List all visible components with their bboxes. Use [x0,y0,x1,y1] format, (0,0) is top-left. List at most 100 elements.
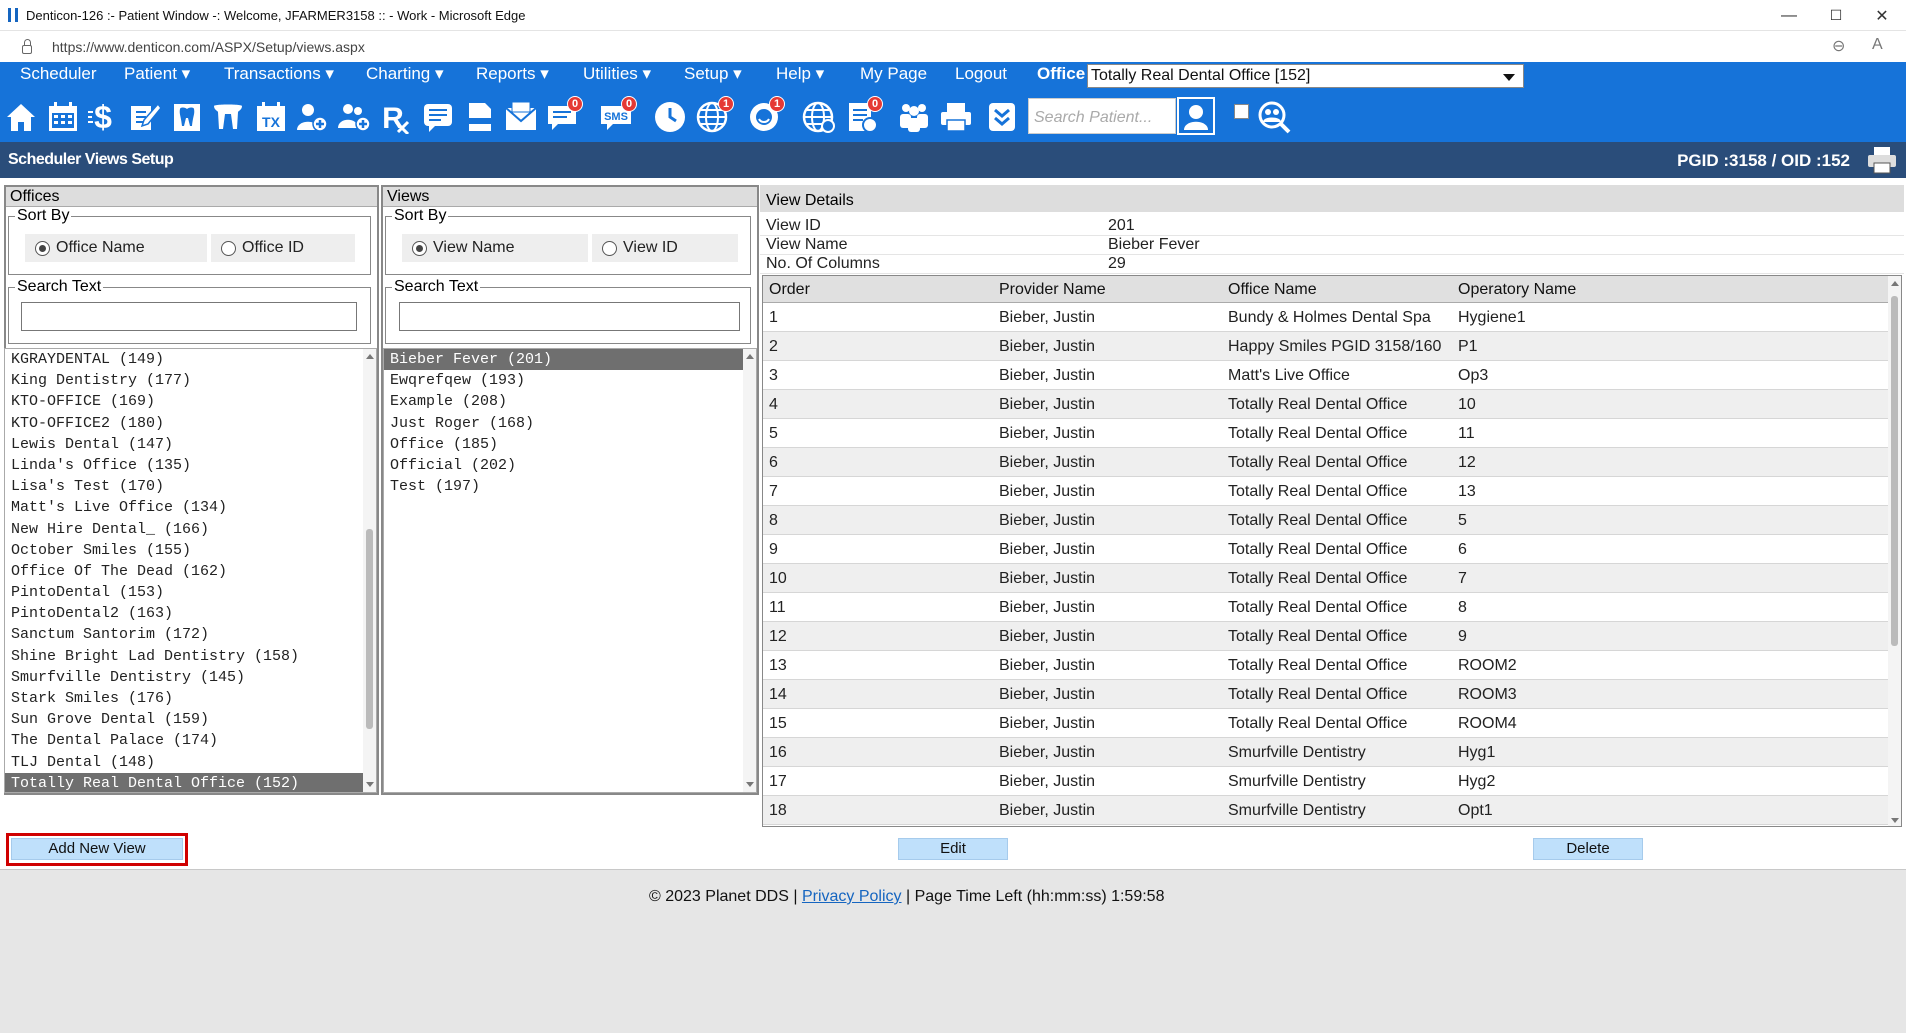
table-row[interactable]: 5 Bieber, Justin Totally Real Dental Offic… [763,419,1888,448]
table-row[interactable]: 1 Bieber, Justin Bundy & Holmes Dental Spa… [763,303,1888,332]
menu-utilities[interactable]: Utilities ▾ [583,62,651,92]
office-select[interactable]: Totally Real Dental Office [152] [1087,64,1524,88]
delete-button[interactable]: Delete [1533,838,1643,860]
printer-icon[interactable] [937,98,975,136]
add-new-view-button[interactable]: Add New View [11,838,183,860]
scroll-thumb[interactable] [1891,296,1898,646]
list-item[interactable]: Official (202) [384,455,756,476]
table-row[interactable]: 18 Bieber, Justin Smurfville Dentistry Opt1 [763,796,1888,825]
scroll-thumb[interactable] [366,529,373,729]
sort-office-id-radio[interactable]: Office ID [211,234,355,262]
list-item[interactable]: KTO-OFFICE (169) [5,391,376,412]
sort-view-name-radio[interactable]: View Name [402,234,588,262]
web-icon[interactable] [800,98,838,136]
menu-charting[interactable]: Charting ▾ [366,62,444,92]
col-operatory-name[interactable]: Operatory Name [1458,281,1576,299]
list-item[interactable]: Example (208) [384,391,756,412]
people-icon[interactable] [895,98,933,136]
family-search-icon[interactable] [1255,98,1293,136]
table-row[interactable]: 2 Bieber, Justin Happy Smiles PGID 3158/16… [763,332,1888,361]
minimize-button[interactable]: — [1764,0,1814,31]
list-item[interactable]: Just Roger (168) [384,413,756,434]
address-bar[interactable]: https://www.denticon.com/ASPX/Setup/view… [0,31,1906,62]
offices-list[interactable]: KGRAYDENTAL (149) King Dentistry (177) KTO… [4,348,377,793]
table-row[interactable]: 12 Bieber, Justin Totally Real Dental Offi… [763,622,1888,651]
menu-patient[interactable]: Patient ▾ [124,62,190,92]
list-item[interactable]: The Dental Palace (174) [5,730,376,751]
col-provider-name[interactable]: Provider Name [999,281,1106,299]
offices-search-input[interactable] [21,302,357,331]
sort-office-name-radio[interactable]: Office Name [25,234,207,262]
list-item[interactable]: Sun Grove Dental (159) [5,709,376,730]
edit-button[interactable]: Edit [898,838,1008,860]
add-patient-icon[interactable] [293,98,331,136]
list-item[interactable]: Lisa's Test (170) [5,476,376,497]
report-icon[interactable]: 0 [843,96,883,136]
rx-icon[interactable]: R [376,98,414,136]
list-item[interactable]: Linda's Office (135) [5,455,376,476]
list-item[interactable]: Test (197) [384,476,756,497]
list-item[interactable]: KGRAYDENTAL (149) [5,349,376,370]
list-item[interactable]: PintoDental2 (163) [5,603,376,624]
table-scrollbar[interactable] [1888,276,1901,826]
list-item[interactable]: Office Of The Dead (162) [5,561,376,582]
list-item[interactable]: Stark Smiles (176) [5,688,376,709]
scroll-up-icon[interactable] [746,354,754,359]
table-row[interactable]: 3 Bieber, Justin Matt's Live Office Op3 [763,361,1888,390]
list-item[interactable]: KTO-OFFICE2 (180) [5,413,376,434]
privacy-policy-link[interactable]: Privacy Policy [802,888,902,905]
menu-my-page[interactable]: My Page [860,62,927,92]
scroll-up-icon[interactable] [1891,281,1899,286]
menu-reports[interactable]: Reports ▾ [476,62,549,92]
table-row[interactable]: 7 Bieber, Justin Totally Real Dental Offic… [763,477,1888,506]
patient-search-icon[interactable] [1177,97,1215,135]
scroll-down-icon[interactable] [366,782,374,787]
globe-alert-icon[interactable]: 1 [694,96,734,136]
scroll-down-icon[interactable] [1891,818,1899,823]
list-item[interactable]: King Dentistry (177) [5,370,376,391]
menu-logout[interactable]: Logout [955,62,1007,92]
edit-chart-icon[interactable] [126,98,164,136]
list-item[interactable]: Shine Bright Lad Dentistry (158) [5,646,376,667]
list-item[interactable]: Ewqrefqew (193) [384,370,756,391]
add-family-icon[interactable] [335,98,373,136]
menu-help[interactable]: Help ▾ [776,62,824,92]
message-icon[interactable]: 0 [543,96,583,136]
table-row[interactable]: 14 Bieber, Justin Totally Real Dental Offi… [763,680,1888,709]
scroll-up-icon[interactable] [366,354,374,359]
table-row[interactable]: 16 Bieber, Justin Smurfville Dentistry Hyg1 [763,738,1888,767]
views-list[interactable]: Bieber Fever (201) Ewqrefqew (193) Example… [383,348,757,793]
table-row[interactable]: 11 Bieber, Justin Totally Real Dental Offi… [763,593,1888,622]
list-item[interactable]: Smurfville Dentistry (145) [5,667,376,688]
menu-transactions[interactable]: Transactions ▾ [224,62,334,92]
search-patient-input[interactable]: Search Patient... [1028,98,1176,134]
table-row[interactable]: 10 Bieber, Justin Totally Real Dental Offi… [763,564,1888,593]
table-row[interactable]: 17 Bieber, Justin Smurfville Dentistry Hyg2 [763,767,1888,796]
list-item[interactable]: PintoDental (153) [5,582,376,603]
scroll-down-icon[interactable] [746,782,754,787]
table-row[interactable]: 13 Bieber, Justin Totally Real Dental Offi… [763,651,1888,680]
url-text[interactable]: https://www.denticon.com/ASPX/Setup/view… [52,39,365,55]
table-row[interactable]: 4 Bieber, Justin Totally Real Dental Offic… [763,390,1888,419]
views-scrollbar[interactable] [743,349,756,792]
checklist-icon[interactable] [983,98,1021,136]
tooth-icon[interactable] [168,98,206,136]
list-item[interactable]: Lewis Dental (147) [5,434,376,455]
mail-icon[interactable] [502,98,540,136]
close-button[interactable]: ✕ [1857,0,1906,31]
col-order[interactable]: Order [769,281,810,299]
menu-setup[interactable]: Setup ▾ [684,62,742,92]
table-row[interactable]: 9 Bieber, Justin Totally Real Dental Offic… [763,535,1888,564]
tx-plan-icon[interactable]: TX [252,98,290,136]
sms-icon[interactable]: SMS 0 [597,96,637,136]
print-page-icon[interactable] [1866,145,1898,175]
zoom-icon[interactable]: ⊖ [1832,36,1845,56]
maximize-button[interactable]: ☐ [1811,0,1861,31]
list-item[interactable]: New Hire Dental_ (166) [5,519,376,540]
document-icon[interactable] [461,98,499,136]
views-search-input[interactable] [399,302,740,331]
dollar-icon[interactable]: $ [84,98,122,136]
toolbar-checkbox[interactable] [1234,104,1249,119]
list-item[interactable]: Sanctum Santorim (172) [5,624,376,645]
offices-scrollbar[interactable] [363,349,376,792]
